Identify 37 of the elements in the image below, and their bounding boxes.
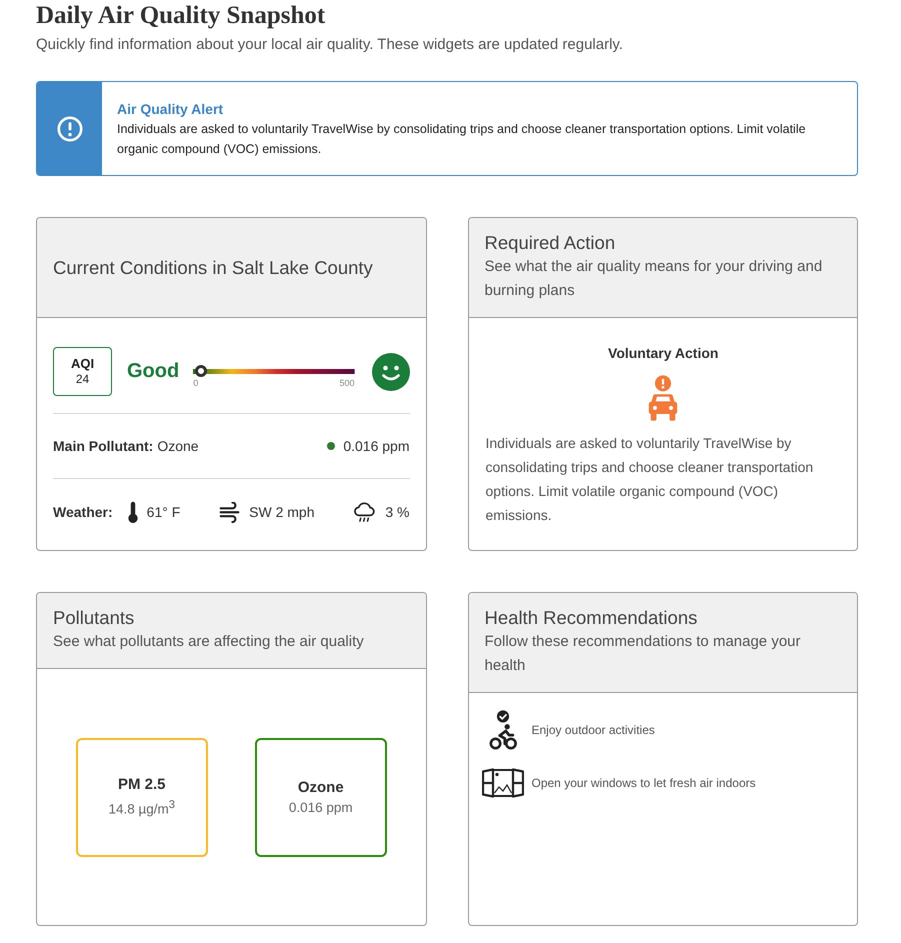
weather-value: 3 % xyxy=(385,504,410,520)
card-subtitle: See what the air quality means for your driving and burning plans xyxy=(484,257,824,301)
main-pollutant-reading: 0.016 ppm xyxy=(343,438,410,454)
weather-value: SW 2 mph xyxy=(249,504,314,520)
pollutant-name: Ozone xyxy=(298,778,344,798)
aqi-value: 24 xyxy=(76,372,90,387)
pollutant-name: PM 2.5 xyxy=(118,775,166,796)
scale-max-label: 500 xyxy=(339,378,354,388)
card-title: Current Conditions in Salt Lake County xyxy=(53,256,373,280)
aqi-label: AQI xyxy=(70,356,94,372)
main-pollutant-value: Ozone xyxy=(157,438,199,454)
recommendation-text: Open your windows to let fresh air indoors xyxy=(532,775,756,792)
cyclist-check-icon xyxy=(488,710,516,750)
open-window-icon xyxy=(482,768,524,798)
weather-label: Weather: xyxy=(53,504,113,520)
exclamation-icon xyxy=(56,116,82,142)
scale-min-label: 0 xyxy=(193,378,198,388)
alert-message: Individuals are asked to voluntarily TravelWise by consolidating trips and choose cleaner transportation options. Limit volatile organic compound (VOC) emissions. xyxy=(117,121,807,158)
recommendation-text: Enjoy outdoor activities xyxy=(532,722,655,739)
thermometer-icon xyxy=(128,501,138,523)
card-title: Pollutants xyxy=(53,606,134,630)
card-subtitle: See what pollutants are affecting the air quality xyxy=(53,632,365,652)
pollutant-reading: 0.016 ppm xyxy=(288,798,353,817)
action-description: Individuals are asked to voluntarily TravelWise by consolidating trips and choose cleaner transportation options. Limit volatile organic compound (VOC) emissions. xyxy=(486,434,814,525)
alert-title: Air Quality Alert xyxy=(117,100,224,119)
card-title: Health Recommendations xyxy=(484,606,698,630)
pollutant-reading: 14.8 µg/m$^{3}$ xyxy=(108,798,176,819)
main-pollutant-label: Main Pollutant: xyxy=(53,438,154,454)
card-title: Required Action xyxy=(484,231,616,255)
aqi-category: Good xyxy=(127,360,180,383)
rain-cloud-icon xyxy=(353,502,376,522)
weather-value: 61° F xyxy=(146,504,180,520)
page-subtitle: Quickly find information about your local air quality. These widgets are updated regularly. xyxy=(36,35,623,55)
action-title: Voluntary Action xyxy=(608,344,718,363)
wind-icon xyxy=(219,502,240,522)
card-subtitle: Follow these recommendations to manage your health xyxy=(484,632,802,676)
page-title: Daily Air Quality Snapshot xyxy=(36,1,326,31)
